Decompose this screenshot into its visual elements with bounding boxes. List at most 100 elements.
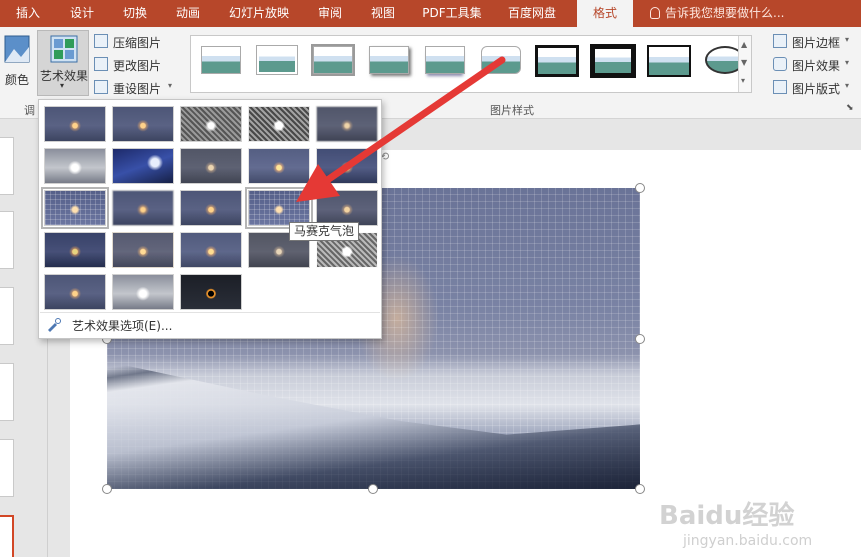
picture-style-gallery: ▲ ▼ ▾ [190,35,752,93]
effect-none[interactable] [44,106,106,142]
picture-layout-label: 图片版式 [792,82,841,96]
watermark-url: jingyan.baidu.com [683,533,813,549]
style-preview [425,46,465,74]
artistic-effects-options[interactable]: 艺术效果选项(E)... [40,312,380,336]
effect-light-screen[interactable] [112,190,174,226]
slide-thumbnail-selected[interactable] [0,515,14,557]
picture-styles-group-label: 图片样式 [490,104,534,117]
effect-pencil-sketch[interactable] [112,148,174,184]
effect-texturizer[interactable] [112,232,174,268]
artistic-effects-icon [50,35,78,63]
effect-watercolor-sponge[interactable] [180,190,242,226]
change-picture-icon [94,57,108,71]
effects-options-label: 艺术效果选项(E)... [72,319,173,333]
effect-tooltip: 马赛克气泡 [289,222,360,241]
effect-photocopy[interactable] [180,106,242,142]
picture-style-8[interactable] [589,43,637,79]
picture-effects-label: 图片效果 [792,59,841,73]
ribbon-tab-bar: 插入 设计 切换 动画 幻灯片放映 审阅 视图 PDF工具集 百度网盘 格式 告… [0,0,861,27]
effects-options-icon [48,318,61,332]
reset-dropdown-icon: ▾ [168,81,173,90]
compress-pictures-button[interactable]: 压缩图片 [94,33,174,51]
gallery-scrollbar[interactable]: ▲ ▼ ▾ [738,36,751,92]
tell-me-text: 告诉我您想要做什么... [665,6,785,20]
resize-handle[interactable] [635,334,645,344]
picture-style-2[interactable] [253,43,301,79]
tab-view[interactable]: 视图 [358,0,408,27]
picture-style-9[interactable] [645,43,693,79]
effect-chalk-sketch[interactable] [316,106,378,142]
effect-cement[interactable] [44,232,106,268]
tab-transitions[interactable]: 切换 [110,0,160,27]
dialog-launcher-icon[interactable]: ⬊ [846,103,854,113]
scroll-down-icon: ▼ [741,58,748,67]
chevron-down-icon: ▾ [845,81,850,90]
picture-style-3[interactable] [309,43,357,79]
slide-thumbnail[interactable] [0,211,14,269]
chevron-down-icon: ▾ [845,35,850,44]
style-preview [257,46,297,74]
style-preview [590,44,636,78]
color-icon [4,35,30,63]
effect-tile[interactable] [112,106,174,142]
slide-thumbnail[interactable] [0,363,14,421]
change-picture-label: 更改图片 [113,59,162,73]
artistic-effects-button[interactable]: 艺术效果 ▾ [37,30,89,96]
picture-style-5[interactable] [421,43,469,79]
chevron-down-icon: ▾ [845,58,850,67]
watermark-logo: Baidu经验 [659,501,795,531]
chevron-down-icon: ▾ [60,81,65,90]
picture-border-button[interactable]: 图片边框 ▾ [773,33,857,51]
effect-glow-diffused[interactable] [316,148,378,184]
reset-picture-button[interactable]: 重设图片 ▾ [94,79,184,97]
layout-icon [773,80,787,94]
effect-photocopy-light[interactable] [112,274,174,310]
tell-me-box[interactable]: 告诉我您想要做什么... [650,0,784,27]
slide-thumbnail[interactable] [0,439,14,497]
tab-baidu-netdisk[interactable]: 百度网盘 [496,0,568,27]
picture-layout-button[interactable]: 图片版式 ▾ [773,79,857,97]
picture-border-label: 图片边框 [792,36,841,50]
effect-blur[interactable] [41,187,109,229]
effects-icon [773,57,787,71]
style-preview [311,44,355,76]
effect-line-drawing[interactable] [248,106,310,142]
picture-style-6[interactable] [477,43,525,79]
picture-style-1[interactable] [197,43,245,79]
slide-thumbnail[interactable] [0,137,14,195]
resize-handle[interactable] [635,484,645,494]
reset-picture-icon [94,80,108,94]
slide-thumbnail[interactable] [0,287,14,345]
style-preview [369,46,409,74]
effect-paint-strokes[interactable] [180,148,242,184]
tab-insert[interactable]: 插入 [3,0,53,27]
picture-effects-button[interactable]: 图片效果 ▾ [773,56,857,74]
lightbulb-icon [650,7,660,19]
picture-style-4[interactable] [365,43,413,79]
effect-pencil-grayscale[interactable] [44,148,106,184]
tab-format[interactable]: 格式 [577,0,633,27]
baidu-watermark: Baidu经验 jingyan.baidu.com [653,487,853,555]
resize-handle[interactable] [635,183,645,193]
change-picture-button[interactable]: 更改图片 [94,56,174,74]
effect-glass[interactable] [316,190,378,226]
effect-mosaic-bubbles[interactable] [245,187,313,229]
resize-handle[interactable] [368,484,378,494]
style-preview [535,45,579,77]
effect-cutout[interactable] [44,274,106,310]
effect-crisscross-etching[interactable] [180,232,242,268]
effect-paint-brush[interactable] [248,148,310,184]
resize-handle[interactable] [102,484,112,494]
picture-style-7[interactable] [533,43,581,79]
tab-animations[interactable]: 动画 [163,0,213,27]
adjust-group-label: 调 [24,104,35,117]
compress-label: 压缩图片 [113,36,162,50]
effect-glow-edges[interactable] [180,274,242,310]
tab-review[interactable]: 审阅 [305,0,355,27]
color-label: 颜色 [5,73,30,87]
color-button[interactable]: 颜色 [2,33,32,93]
tab-slideshow[interactable]: 幻灯片放映 [220,0,298,27]
style-preview [647,45,691,77]
tab-design[interactable]: 设计 [57,0,107,27]
tab-pdf-tools[interactable]: PDF工具集 [416,0,488,27]
